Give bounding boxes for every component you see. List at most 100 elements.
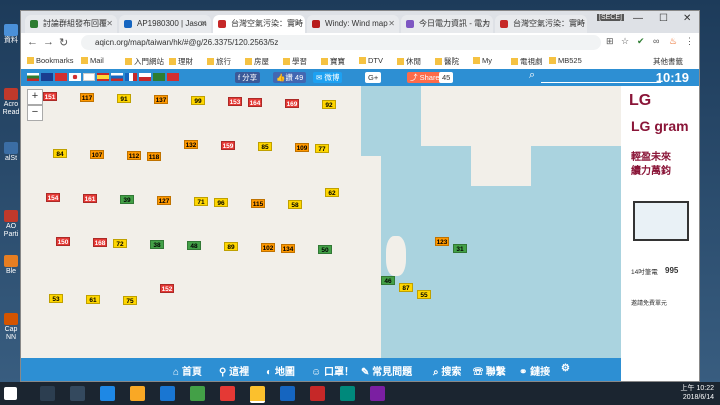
bookmark-item[interactable]: 電視劇: [511, 56, 543, 67]
bookmark-item[interactable]: 入門網站: [125, 56, 164, 67]
desktop-icon[interactable]: Cap NN: [2, 313, 20, 342]
store-icon[interactable]: [160, 386, 175, 401]
aqi-marker[interactable]: 55: [417, 290, 431, 299]
pdf-icon[interactable]: [310, 386, 325, 401]
bookmark-item[interactable]: 理財: [169, 56, 193, 67]
aqi-marker[interactable]: 118: [147, 152, 161, 161]
footer-item[interactable]: ✎ 常見問題: [361, 363, 412, 378]
aqi-marker[interactable]: 53: [49, 294, 63, 303]
tab-close-icon[interactable]: ✕: [388, 15, 395, 33]
aqi-marker[interactable]: 151: [43, 92, 57, 101]
forward-icon[interactable]: →: [43, 36, 54, 48]
translate-icon[interactable]: ⊞: [606, 36, 614, 47]
footer-item[interactable]: ☏ 聯繫: [473, 363, 506, 378]
aqi-marker[interactable]: 48: [187, 241, 201, 250]
bookmark-item[interactable]: MB525: [549, 56, 582, 65]
aqi-marker[interactable]: 89: [224, 242, 238, 251]
footer-item[interactable]: ⚙: [561, 363, 570, 374]
flag-fr-icon[interactable]: [125, 73, 137, 81]
bookmark-item[interactable]: 寶寶: [321, 56, 345, 67]
aqi-marker[interactable]: 71: [194, 197, 208, 206]
aqi-marker[interactable]: 115: [251, 199, 265, 208]
browser-tab[interactable]: AP1980300 | Jason ✕: [119, 15, 211, 33]
aqi-marker[interactable]: 159: [221, 141, 235, 150]
flag-cn-icon[interactable]: [55, 73, 67, 81]
flag-uk-icon[interactable]: [41, 73, 53, 81]
aqi-marker[interactable]: 152: [160, 284, 174, 293]
aqi-marker[interactable]: 107: [90, 150, 104, 159]
glasses-icon[interactable]: ∞: [653, 36, 659, 46]
desktop-icon[interactable]: 資料: [2, 24, 20, 45]
browser-tab[interactable]: 台灣空氣污染：實時 ✕: [495, 15, 587, 33]
lg-advertisement[interactable]: LG LG gram 輕盈未來 續力萬鈞 14吋筆電 995 邀請免費單元: [625, 86, 697, 358]
browser-tab[interactable]: 討論群組發布回覆 ✕: [25, 15, 117, 33]
aqi-marker[interactable]: 85: [258, 142, 272, 151]
flag-pl-icon[interactable]: [139, 73, 151, 81]
weibo-button[interactable]: ✉ 微博: [313, 72, 343, 83]
footer-item[interactable]: ◐ 地圖: [266, 363, 295, 378]
bookmark-item[interactable]: 房屋: [245, 56, 269, 67]
zoom-in-button[interactable]: +: [27, 89, 43, 105]
desktop-icon[interactable]: alSt: [2, 142, 20, 163]
url-input[interactable]: aqicn.org/map/taiwan/hk/#@g/26.3375/120.…: [81, 35, 601, 50]
system-clock[interactable]: 上午 10:22 2018/6/14: [681, 384, 714, 402]
app2-icon[interactable]: [220, 386, 235, 401]
bookmark-item[interactable]: 醫院: [435, 56, 459, 67]
aqi-marker[interactable]: 153: [228, 97, 242, 106]
aqi-marker[interactable]: 112: [127, 151, 141, 160]
flag-icon[interactable]: [27, 73, 39, 81]
extension-icon[interactable]: ✔: [637, 36, 645, 47]
explorer-icon[interactable]: [130, 386, 145, 401]
aqi-marker[interactable]: 62: [325, 188, 339, 197]
aqi-marker[interactable]: 123: [435, 237, 449, 246]
flag-ru-icon[interactable]: [111, 73, 123, 81]
app4-icon[interactable]: [370, 386, 385, 401]
other-bookmarks[interactable]: 其他書籤: [653, 56, 683, 67]
aqi-marker[interactable]: 58: [288, 200, 302, 209]
flag-kr-icon[interactable]: [83, 73, 95, 81]
aqi-marker[interactable]: 102: [261, 243, 275, 252]
footer-item[interactable]: ⚭ 鏈接: [519, 363, 550, 378]
aqi-marker[interactable]: 109: [295, 143, 309, 152]
flag-br-icon[interactable]: [153, 73, 165, 81]
aqi-marker[interactable]: 87: [399, 283, 413, 292]
fire-icon[interactable]: ♨: [669, 36, 677, 47]
footer-item[interactable]: ⌕ 搜索: [433, 363, 461, 378]
flag-es-icon[interactable]: [97, 73, 109, 81]
aqi-marker[interactable]: 164: [248, 98, 262, 107]
zoom-out-button[interactable]: −: [27, 105, 43, 121]
bookmark-item[interactable]: 休閒: [397, 56, 421, 67]
browser-tab[interactable]: Windy: Wind map ✕: [307, 15, 399, 33]
tab-close-icon[interactable]: ✕: [576, 15, 583, 33]
aqi-marker[interactable]: 39: [120, 195, 134, 204]
aqi-marker[interactable]: 77: [315, 144, 329, 153]
desktop-icon[interactable]: Ble: [2, 255, 20, 276]
bookmark-item[interactable]: DTV: [359, 56, 383, 65]
aqi-marker[interactable]: 132: [184, 140, 198, 149]
aqi-marker[interactable]: 84: [53, 149, 67, 158]
bookmark-item[interactable]: 學習: [283, 56, 307, 67]
aqi-marker[interactable]: 117: [80, 93, 94, 102]
aqi-marker[interactable]: 75: [123, 296, 137, 305]
aqi-marker[interactable]: 154: [46, 193, 60, 202]
aqi-marker[interactable]: 161: [83, 194, 97, 203]
tab-close-icon[interactable]: ✕: [482, 15, 489, 33]
edge-icon[interactable]: [100, 386, 115, 401]
flag-vn-icon[interactable]: [167, 73, 179, 81]
minimize-icon[interactable]: —: [633, 13, 643, 24]
aqi-marker[interactable]: 31: [453, 244, 467, 253]
star-icon[interactable]: ☆: [621, 36, 629, 47]
browser-tab[interactable]: 今日電力資訊 - 電力 ✕: [401, 15, 493, 33]
reload-icon[interactable]: ↻: [59, 36, 68, 49]
aqi-marker[interactable]: 92: [322, 100, 336, 109]
aqi-marker[interactable]: 169: [285, 99, 299, 108]
gplus-button[interactable]: G+: [365, 72, 382, 83]
bookmark-item[interactable]: My: [473, 56, 492, 65]
share-button[interactable]: ⤴ Share: [407, 72, 443, 83]
aqi-marker[interactable]: 61: [86, 295, 100, 304]
tab-close-icon[interactable]: ✕: [200, 15, 207, 33]
app-icon[interactable]: [190, 386, 205, 401]
start-icon[interactable]: [4, 387, 17, 400]
browser-tab[interactable]: 台灣空氣污染：實時 ✕: [213, 15, 305, 33]
like-button[interactable]: 👍讚 49: [273, 72, 307, 83]
